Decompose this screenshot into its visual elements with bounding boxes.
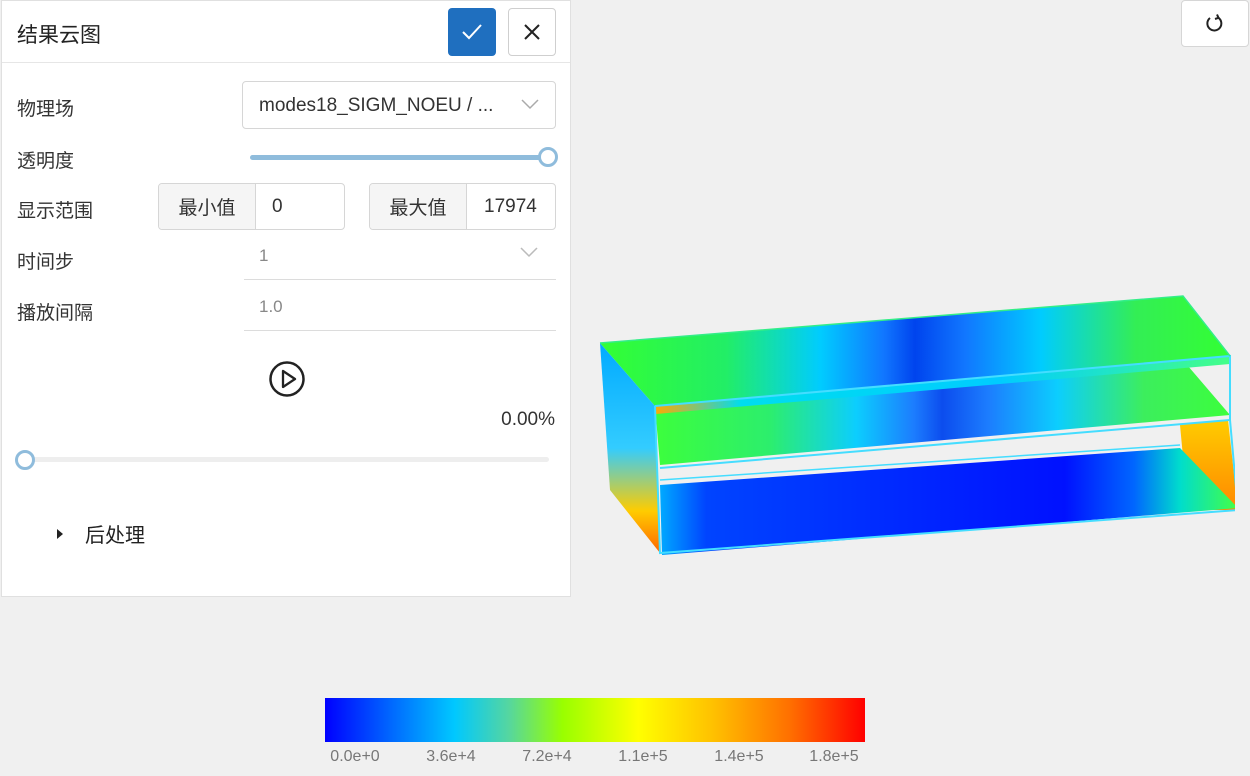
panel-header: 结果云图 (2, 1, 570, 63)
min-label: 最小值 (159, 184, 256, 229)
progress-percent: 0.00% (501, 409, 555, 430)
close-button[interactable] (508, 8, 556, 56)
color-legend-ticks: 0.0e+0 3.6e+4 7.2e+4 1.1e+5 1.4e+5 1.8e+… (0, 748, 1250, 770)
color-legend-bar (325, 698, 865, 742)
panel-title: 结果云图 (17, 24, 101, 47)
legend-tick: 1.8e+5 (809, 748, 859, 765)
rotate-icon (1206, 13, 1223, 31)
chevron-down-icon (520, 247, 538, 258)
opacity-slider-handle[interactable] (538, 147, 558, 167)
interval-input[interactable]: 1.0 (244, 285, 556, 331)
timestep-label: 时间步 (17, 252, 75, 273)
legend-tick: 1.1e+5 (618, 748, 668, 765)
opacity-slider-track[interactable] (250, 155, 548, 160)
max-label: 最大值 (370, 184, 467, 229)
play-circle-icon[interactable] (268, 360, 306, 398)
legend-tick: 3.6e+4 (426, 748, 476, 765)
opacity-label: 透明度 (17, 151, 75, 172)
max-range-group: 最大值 17974 (369, 183, 556, 230)
interval-value: 1.0 (259, 297, 283, 316)
min-value-input[interactable]: 0 (256, 184, 344, 229)
postprocess-section-toggle[interactable]: 后处理 (57, 519, 145, 548)
legend-tick: 0.0e+0 (330, 748, 380, 765)
confirm-button[interactable] (448, 8, 496, 56)
max-value-input[interactable]: 17974 (467, 184, 555, 229)
caret-right-icon (57, 528, 63, 539)
timestep-value: 1 (259, 246, 269, 265)
contour-3d-model[interactable] (595, 290, 1235, 565)
playback-progress-track[interactable] (24, 457, 549, 462)
legend-tick: 7.2e+4 (522, 748, 572, 765)
postprocess-label: 后处理 (85, 525, 145, 547)
min-range-group: 最小值 0 (158, 183, 345, 230)
field-label: 物理场 (17, 99, 75, 120)
playback-progress-handle[interactable] (15, 450, 35, 470)
interval-label: 播放间隔 (17, 303, 94, 324)
reset-view-button[interactable] (1181, 0, 1249, 47)
range-label: 显示范围 (17, 201, 94, 222)
legend-tick: 1.4e+5 (714, 748, 764, 765)
chevron-down-icon (521, 99, 539, 110)
close-icon (524, 24, 540, 40)
field-select-value: modes18_SIGM_NOEU / ... (259, 95, 494, 116)
result-contour-panel: 结果云图 物理场 modes18_SIGM_NOEU / ... 透明度 显示范… (1, 0, 571, 597)
field-select[interactable]: modes18_SIGM_NOEU / ... (242, 81, 556, 129)
timestep-select[interactable]: 1 (244, 234, 556, 280)
check-icon (462, 24, 482, 40)
